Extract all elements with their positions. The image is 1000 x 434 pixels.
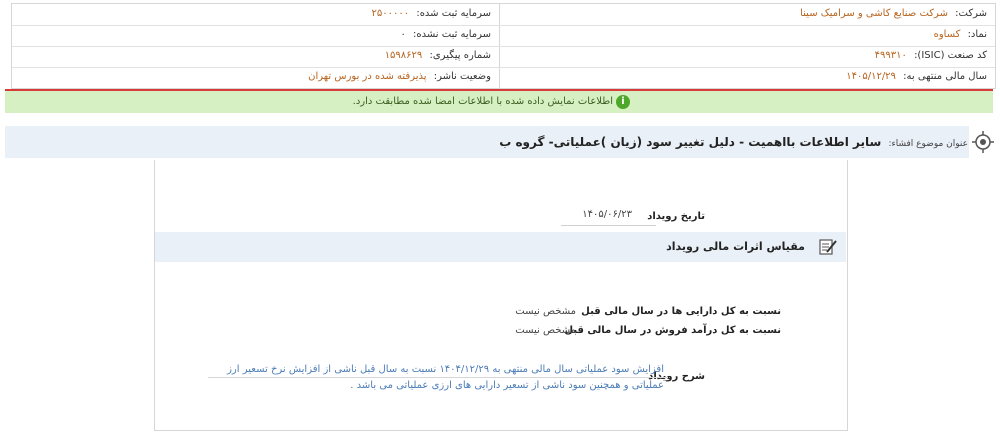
fiscal-year-field: سال مالی منتهی به: ۱۴۰۵/۱۲/۲۹	[846, 67, 987, 87]
metric-label: نسبت به کل درآمد فروش در سال مالی قبل	[564, 325, 781, 336]
target-icon	[972, 131, 994, 153]
tracking-field: شماره پیگیری: ۱۵۹۸۶۲۹	[385, 46, 491, 66]
row-divider	[12, 25, 995, 26]
capital-registered-field: سرمایه ثبت شده: ۲۵۰۰۰۰۰	[372, 4, 491, 24]
capital-registered-label: سرمایه ثبت شده:	[416, 8, 491, 19]
company-label: شرکت:	[955, 8, 987, 19]
symbol-field: نماد: کساوه	[934, 25, 987, 45]
isic-field: کد صنعت (ISIC): ۴۹۹۳۱۰	[875, 46, 987, 66]
capital-unregistered-label: سرمایه ثبت نشده:	[413, 29, 491, 40]
capital-unregistered-field: سرمایه ثبت نشده: ۰	[400, 25, 491, 45]
capital-unregistered-value: ۰	[400, 29, 406, 40]
tracking-label: شماره پیگیری:	[429, 50, 491, 61]
subject-value: سایر اطلاعات بااهمیت - دلیل تغییر سود (ز…	[499, 135, 882, 149]
company-value[interactable]: شرکت صنایع کاشی و سرامیک سینا	[800, 8, 948, 19]
info-icon: i	[616, 95, 630, 109]
metric-value: مشخص نیست	[515, 325, 576, 336]
metric-value: مشخص نیست	[515, 306, 576, 317]
disclosure-subject: عنوان موضوع افشاء: سایر اطلاعات بااهمیت …	[499, 134, 968, 150]
event-description-text: افزایش سود عملیاتی سال مالی منتهی به ۱۴۰…	[227, 364, 664, 391]
description-field-underline	[208, 377, 668, 378]
symbol-label: نماد:	[967, 29, 987, 40]
row-divider	[12, 46, 995, 47]
company-info-table: شرکت: شرکت صنایع کاشی و سرامیک سینا سرما…	[11, 3, 996, 89]
verification-banner: i اطلاعات نمایش داده شده با اطلاعات امضا…	[5, 89, 993, 113]
publisher-status-value: پذیرفته شده در بورس تهران	[308, 71, 427, 82]
edit-note-icon	[819, 239, 837, 255]
fiscal-year-label: سال مالی منتهی به:	[903, 71, 987, 82]
isic-value: ۴۹۹۳۱۰	[874, 50, 907, 61]
tracking-value: ۱۵۹۸۶۲۹	[384, 50, 423, 61]
symbol-value[interactable]: کساوه	[934, 29, 961, 40]
company-field: شرکت: شرکت صنایع کاشی و سرامیک سینا	[800, 4, 987, 24]
event-date-label: تاریخ رویداد	[647, 211, 705, 222]
date-field-underline	[561, 225, 656, 226]
event-date-value: ۱۴۰۵/۰۶/۲۳	[582, 209, 632, 220]
isic-label: کد صنعت (ISIC):	[914, 50, 987, 61]
section-title: مقیاس اثرات مالی رویداد	[666, 240, 805, 253]
metric-label: نسبت به کل دارایی ها در سال مالی قبل	[581, 306, 781, 317]
subject-label: عنوان موضوع افشاء:	[888, 139, 968, 149]
verification-text: اطلاعات نمایش داده شده با اطلاعات امضا ش…	[352, 96, 613, 107]
fiscal-year-value: ۱۴۰۵/۱۲/۲۹	[846, 71, 896, 82]
publisher-status-field: وضعیت ناشر: پذیرفته شده در بورس تهران	[308, 67, 491, 87]
capital-registered-value: ۲۵۰۰۰۰۰	[371, 8, 410, 19]
publisher-status-label: وضعیت ناشر:	[433, 71, 491, 82]
